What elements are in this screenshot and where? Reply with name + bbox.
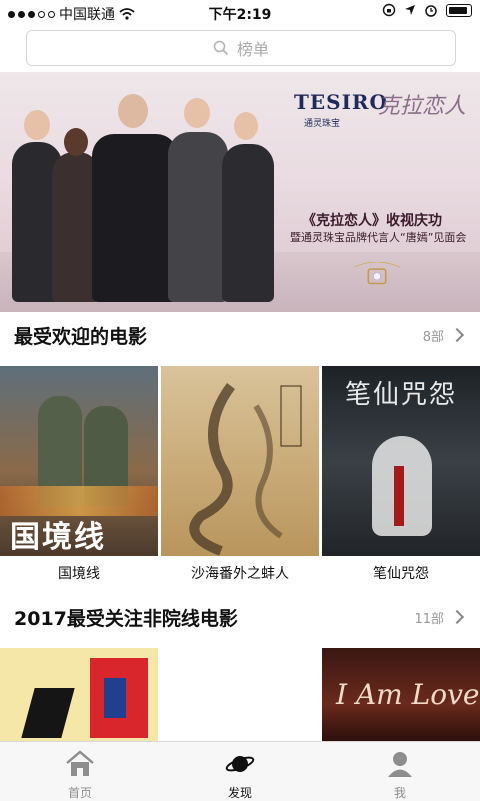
section-more[interactable]: 8部	[423, 326, 466, 345]
movie-poster-5[interactable]	[161, 648, 319, 741]
poster-blue-block	[104, 678, 126, 718]
tab-label: 我	[393, 786, 406, 800]
chevron-right-icon	[449, 327, 465, 343]
banner-head-4	[184, 98, 210, 128]
banner-head-5	[234, 112, 258, 140]
poster-title-text: 国境线	[10, 520, 106, 555]
search-input[interactable]: 榜单	[26, 30, 456, 66]
banner-script-title: 克拉恋人	[378, 94, 467, 119]
chevron-right-icon	[449, 609, 465, 625]
section-title: 2017最受关注非院线电影	[14, 607, 238, 630]
banner-person-4	[168, 132, 228, 302]
tab-discover[interactable]: 发现	[160, 742, 320, 801]
status-right	[382, 3, 472, 17]
alarm-icon	[425, 5, 437, 17]
rotation-lock-icon	[382, 3, 396, 17]
section-count: 11部	[414, 611, 444, 627]
banner-person-5	[222, 144, 274, 302]
location-arrow-icon	[405, 5, 415, 15]
banner-head-1	[24, 110, 50, 140]
banner-person-3	[92, 134, 178, 302]
banner-caption-2: 暨通灵珠宝品牌代言人“唐嫣”见面会	[290, 231, 467, 244]
section-title: 最受欢迎的电影	[14, 325, 148, 348]
poster-blood	[394, 466, 404, 526]
section-count: 8部	[422, 329, 444, 345]
tab-me[interactable]: 我	[320, 742, 480, 801]
poster-title-text: I Am Love	[336, 678, 480, 711]
poster-title-text: 笔仙咒怨	[344, 380, 457, 410]
tab-label: 首页	[67, 786, 92, 800]
poster-ink-painting	[189, 383, 302, 556]
section-more[interactable]: 11部	[414, 608, 466, 627]
banner-caption-1: 《克拉恋人》收视庆功	[302, 213, 442, 229]
tab-home[interactable]: 首页	[0, 742, 160, 801]
movie-title[interactable]: 国境线	[0, 563, 158, 583]
tab-bar: 首页 发现 我	[0, 741, 480, 801]
banner-brand-sub: 通灵珠宝	[304, 119, 341, 129]
movie-poster-1[interactable]: 国境线	[0, 366, 158, 556]
movie-poster-6[interactable]: I Am Love	[322, 648, 480, 741]
movie-poster-3[interactable]: 笔仙咒怨	[322, 366, 480, 556]
search-icon	[213, 40, 229, 56]
banner-brand: TESIRO	[294, 90, 388, 114]
promo-banner[interactable]: TESIRO 通灵珠宝 克拉恋人 《克拉恋人》收视庆功 暨通灵珠宝品牌代言人“唐…	[0, 72, 480, 312]
status-bar: 中国联通 下午2:19	[0, 0, 480, 26]
section-notable-movies-header[interactable]: 2017最受关注非院线电影 11部	[14, 602, 466, 632]
battery-icon	[446, 3, 472, 17]
poster-black-shape	[21, 688, 75, 738]
search-placeholder: 榜单	[236, 40, 269, 59]
movie-poster-4[interactable]	[0, 648, 158, 741]
pendant-image	[353, 262, 401, 285]
section-popular-movies-header[interactable]: 最受欢迎的电影 8部	[14, 320, 466, 350]
movie-title[interactable]: 沙海番外之蚌人	[161, 563, 319, 583]
person-icon	[388, 752, 412, 777]
home-icon	[66, 750, 94, 776]
banner-head-3	[118, 94, 148, 128]
banner-head-2	[64, 128, 88, 156]
movie-poster-2[interactable]	[161, 366, 319, 556]
tab-label: 发现	[227, 786, 252, 800]
planet-icon	[225, 756, 255, 772]
movie-title[interactable]: 笔仙咒怨	[322, 563, 480, 583]
